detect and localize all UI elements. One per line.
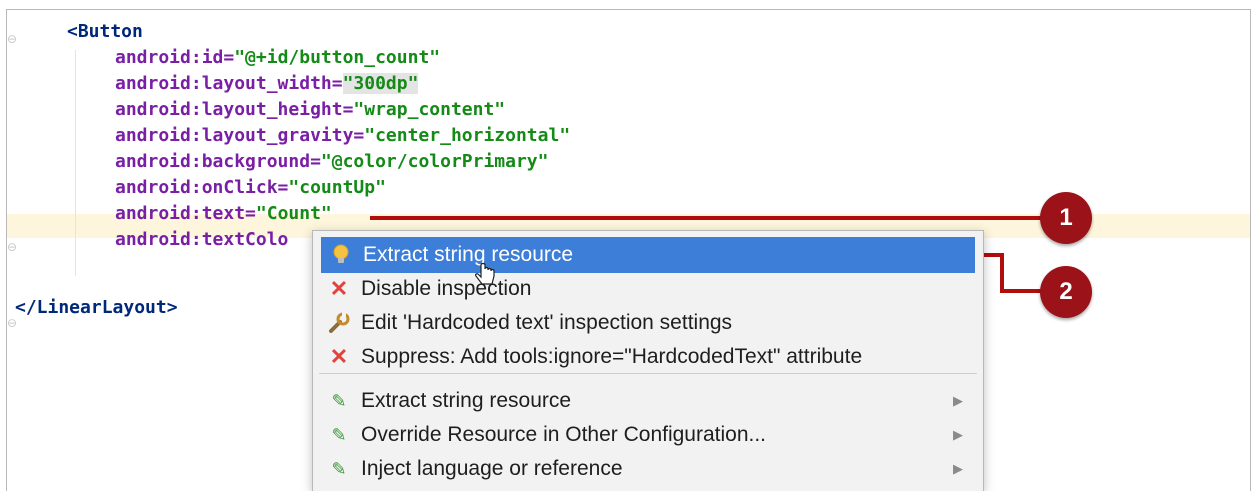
fold-marker-icon[interactable]: ⊖ [7, 240, 17, 254]
callout-badge-2: 2 [1040, 266, 1092, 318]
submenu-arrow-icon: ▶ [953, 427, 963, 442]
menu-item-label: Edit 'Hardcoded text' inspection setting… [361, 311, 733, 334]
pencil-icon: ✎ [331, 458, 347, 479]
callout-2-line-end [1000, 289, 1042, 293]
code-token-val: "wrap_content" [353, 99, 506, 120]
code-token-attr: android:layout_width= [115, 73, 343, 94]
hand-cursor-icon [475, 262, 495, 285]
code-token-attr: android:id= [115, 47, 235, 68]
code-token-attr: android:layout_gravity= [115, 125, 365, 146]
code-line[interactable]: android:layout_height="wrap_content" [115, 97, 505, 123]
code-line[interactable]: android:layout_width="300dp" [115, 71, 419, 97]
menu-item-extract-string-resource[interactable]: Extract string resource [321, 237, 975, 273]
menu-item-override-resource[interactable]: ✎ Override Resource in Other Configurati… [319, 419, 977, 451]
code-token-attr: android:layout_height= [115, 99, 354, 120]
code-line[interactable]: android:background="@color/colorPrimary" [115, 149, 548, 175]
menu-item-label: Suppress: Add tools:ignore="HardcodedTex… [361, 345, 863, 368]
code-token-attr: android:text= [115, 203, 256, 224]
code-line[interactable]: android:textColo [115, 227, 288, 253]
code-token-val: "@color/colorPrimary" [320, 151, 549, 172]
code-token-attr: android:textColo [115, 229, 289, 250]
menu-item-label: Disable inspection [361, 277, 532, 300]
menu-separator [319, 373, 977, 374]
menu-item-disable-inspection[interactable]: ✕ Disable inspection [319, 273, 977, 305]
code-token-attr: android:background= [115, 151, 321, 172]
pencil-icon: ✎ [331, 424, 347, 445]
x-icon: ✕ [329, 276, 349, 301]
intention-actions-popup: Extract string resource ✕ Disable inspec… [312, 230, 984, 491]
wrench-icon [327, 312, 351, 334]
code-token-attr: android:onClick= [115, 177, 289, 198]
code-token-tag: </LinearLayout> [15, 297, 178, 318]
code-token-val: "300dp" [342, 73, 419, 94]
menu-item-label: Extract string resource [361, 389, 572, 412]
code-line[interactable]: android:text="Count" [115, 201, 332, 227]
code-token-val: "@+id/button_count" [234, 47, 441, 68]
menu-item-label: Override Resource in Other Configuration… [361, 423, 767, 446]
code-token-tag: <Button [67, 21, 143, 42]
menu-item-extract-string-resource-submenu[interactable]: ✎ Extract string resource ▶ [319, 385, 977, 417]
code-line[interactable]: android:layout_gravity="center_horizonta… [115, 123, 570, 149]
code-token-val: "center_horizontal" [364, 125, 571, 146]
submenu-arrow-icon: ▶ [953, 393, 963, 408]
callout-2-line-vertical [1000, 253, 1004, 293]
lightbulb-icon [329, 244, 353, 266]
menu-item-label: Inject language or reference [361, 457, 623, 480]
code-line[interactable]: android:id="@+id/button_count" [115, 45, 440, 71]
fold-marker-icon[interactable]: ⊖ [7, 32, 17, 46]
menu-item-edit-inspection-settings[interactable]: Edit 'Hardcoded text' inspection setting… [319, 307, 977, 339]
code-line[interactable]: <Button [67, 19, 143, 45]
menu-item-suppress-hardcoded-text[interactable]: ✕ Suppress: Add tools:ignore="HardcodedT… [319, 341, 977, 373]
pencil-icon: ✎ [331, 390, 347, 411]
code-token-val: "Count" [255, 203, 332, 224]
callout-1-line [370, 216, 1042, 220]
callout-badge-1: 1 [1040, 192, 1092, 244]
code-line[interactable]: </LinearLayout> [15, 295, 178, 321]
code-line[interactable]: android:onClick="countUp" [115, 175, 386, 201]
menu-item-inject-language[interactable]: ✎ Inject language or reference ▶ [319, 453, 977, 485]
submenu-arrow-icon: ▶ [953, 461, 963, 476]
code-token-val: "countUp" [288, 177, 386, 198]
indent-guide [75, 50, 76, 276]
x-icon: ✕ [329, 344, 349, 369]
menu-item-label: Extract string resource [363, 243, 574, 266]
